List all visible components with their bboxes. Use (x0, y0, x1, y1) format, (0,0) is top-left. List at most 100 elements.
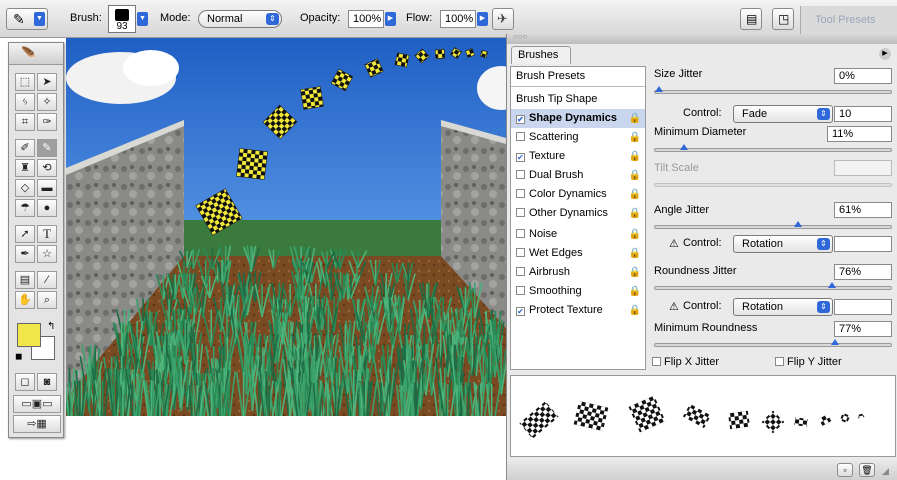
brush-setting-item[interactable]: ✔ Texture 🔒 (511, 147, 645, 166)
brush-tool[interactable]: ✎ (37, 139, 57, 157)
size-jitter-slider[interactable] (654, 86, 892, 94)
brush-setting-item[interactable]: Other Dynamics 🔒 (511, 204, 645, 223)
panel-menu-icon[interactable]: ▶ (879, 48, 891, 60)
standard-mode-button[interactable]: ◻ (15, 373, 35, 391)
swap-colors-icon[interactable]: ↰ (47, 321, 55, 332)
checkbox-icon[interactable] (516, 170, 525, 179)
checkbox-icon[interactable] (516, 286, 525, 295)
magic-wand-tool[interactable]: ✧ (37, 93, 57, 111)
tab-brushes[interactable]: Brushes (511, 46, 571, 64)
slider-knob-icon[interactable] (830, 339, 839, 345)
custom-shape-tool[interactable]: ☆ (37, 245, 57, 263)
lock-icon[interactable]: 🔒 (629, 166, 641, 185)
min-diameter-slider[interactable] (654, 144, 892, 152)
roundness-jitter-field[interactable]: 76% (834, 264, 892, 280)
document-canvas[interactable] (66, 38, 506, 416)
checkbox-icon[interactable] (775, 357, 784, 366)
angle-control-select[interactable]: Rotation ⇕ (733, 235, 833, 253)
slider-knob-icon[interactable] (680, 144, 689, 150)
checkbox-icon[interactable] (516, 208, 525, 217)
brush-setting-item[interactable]: Wet Edges 🔒 (511, 244, 645, 263)
path-selection-tool[interactable]: ➚ (15, 225, 35, 243)
size-jitter-field[interactable]: 0% (834, 68, 892, 84)
checkbox-icon[interactable] (652, 357, 661, 366)
checkbox-checked-icon[interactable]: ✔ (516, 115, 525, 124)
palette-well-button[interactable]: ◳ (772, 8, 794, 30)
brush-setting-item[interactable]: ✔ Shape Dynamics 🔒 (511, 109, 645, 128)
trash-icon[interactable]: 🗑 (859, 463, 875, 477)
brush-setting-item[interactable]: ✔ Protect Texture 🔒 (511, 301, 645, 320)
brush-setting-item[interactable]: Smoothing 🔒 (511, 282, 645, 301)
flow-slider-arrow-icon[interactable]: ▶ (477, 12, 488, 26)
checkbox-icon[interactable] (516, 189, 525, 198)
angle-control-field[interactable] (834, 236, 892, 252)
lock-icon[interactable]: 🔒 (629, 263, 641, 282)
lock-icon[interactable]: 🔒 (629, 301, 641, 320)
lock-icon[interactable]: 🔒 (629, 282, 641, 301)
lock-icon[interactable]: 🔒 (629, 185, 641, 204)
checkbox-checked-icon[interactable]: ✔ (516, 153, 525, 162)
zoom-tool[interactable]: ⌕ (37, 291, 57, 309)
roundness-jitter-slider[interactable] (654, 282, 892, 290)
dodge-tool[interactable]: ● (37, 199, 57, 217)
brush-setting-item[interactable]: Dual Brush 🔒 (511, 166, 645, 185)
tool-preset-picker[interactable]: ✎ ▼ (6, 8, 48, 30)
new-brush-icon[interactable]: ▫ (837, 463, 853, 477)
checkbox-icon[interactable] (516, 229, 525, 238)
lock-icon[interactable]: 🔒 (629, 204, 641, 223)
angle-jitter-slider[interactable] (654, 221, 892, 229)
default-colors-icon[interactable]: ◼ (15, 351, 22, 362)
history-brush-tool[interactable]: ⟲ (37, 159, 57, 177)
jump-to-imageready-button[interactable]: ⇨▦ (13, 415, 61, 433)
angle-jitter-field[interactable]: 61% (834, 202, 892, 218)
gradient-tool[interactable]: ▬ (37, 179, 57, 197)
slice-tool[interactable]: ✑ (37, 113, 57, 131)
flip-y-jitter[interactable]: Flip Y Jitter (775, 356, 842, 368)
lock-icon[interactable]: 🔒 (629, 109, 641, 128)
mode-select[interactable]: Normal ⇕ (198, 10, 282, 28)
healing-brush-tool[interactable]: ✐ (15, 139, 35, 157)
pen-tool[interactable]: ✒ (15, 245, 35, 263)
blur-tool[interactable]: ☂ (15, 199, 35, 217)
lock-icon[interactable]: 🔒 (629, 147, 641, 166)
opacity-slider-arrow-icon[interactable]: ▶ (385, 12, 396, 26)
lock-icon[interactable]: 🔒 (629, 128, 641, 147)
notes-tool[interactable]: ▤ (15, 271, 35, 289)
checkbox-checked-icon[interactable]: ✔ (516, 307, 525, 316)
type-tool[interactable]: T (37, 225, 57, 243)
panel-title-bar[interactable]: ○○○ (507, 32, 897, 44)
file-browser-button[interactable]: ▤ (740, 8, 762, 30)
brush-setting-item[interactable]: Brush Tip Shape (511, 90, 645, 109)
flow-field[interactable]: 100% (440, 10, 476, 28)
clone-stamp-tool[interactable]: ♜ (15, 159, 35, 177)
eyedropper-tool[interactable]: ⁄ (37, 271, 57, 289)
airbrush-button[interactable]: ✈ (492, 8, 514, 30)
slider-knob-icon[interactable] (828, 282, 837, 288)
crop-tool[interactable]: ⌗ (15, 113, 35, 131)
brush-picker[interactable]: 93 ▼ (108, 5, 148, 33)
slider-knob-icon[interactable] (794, 221, 803, 227)
lock-icon[interactable]: 🔒 (629, 225, 641, 244)
brush-setting-item[interactable]: Scattering 🔒 (511, 128, 645, 147)
brush-setting-item[interactable]: Brush Presets (511, 67, 645, 87)
min-roundness-slider[interactable] (654, 339, 892, 347)
slider-knob-icon[interactable] (655, 86, 663, 92)
roundness-control-field[interactable] (834, 299, 892, 315)
hand-tool[interactable]: ✋ (15, 291, 35, 309)
min-diameter-field[interactable]: 11% (827, 126, 892, 142)
window-buttons-icon[interactable]: ○○○ (513, 32, 528, 41)
opacity-field[interactable]: 100% (348, 10, 384, 28)
checkbox-icon[interactable] (516, 267, 525, 276)
lasso-tool[interactable]: ᛃ (15, 93, 35, 111)
checkbox-icon[interactable] (516, 132, 525, 141)
min-roundness-field[interactable]: 77% (834, 321, 892, 337)
checkbox-icon[interactable] (516, 248, 525, 257)
resize-grip-icon[interactable]: ◢ (882, 466, 889, 477)
lock-icon[interactable]: 🔒 (629, 244, 641, 263)
size-control-select[interactable]: Fade ⇕ (733, 105, 833, 123)
marquee-tool[interactable]: ⬚ (15, 73, 35, 91)
toolbox-title-bar[interactable]: 🪶 (9, 43, 63, 65)
flip-x-jitter[interactable]: Flip X Jitter (652, 356, 719, 368)
quick-mask-button[interactable]: ◙ (37, 373, 57, 391)
brush-setting-item[interactable]: Noise 🔒 (511, 225, 645, 244)
